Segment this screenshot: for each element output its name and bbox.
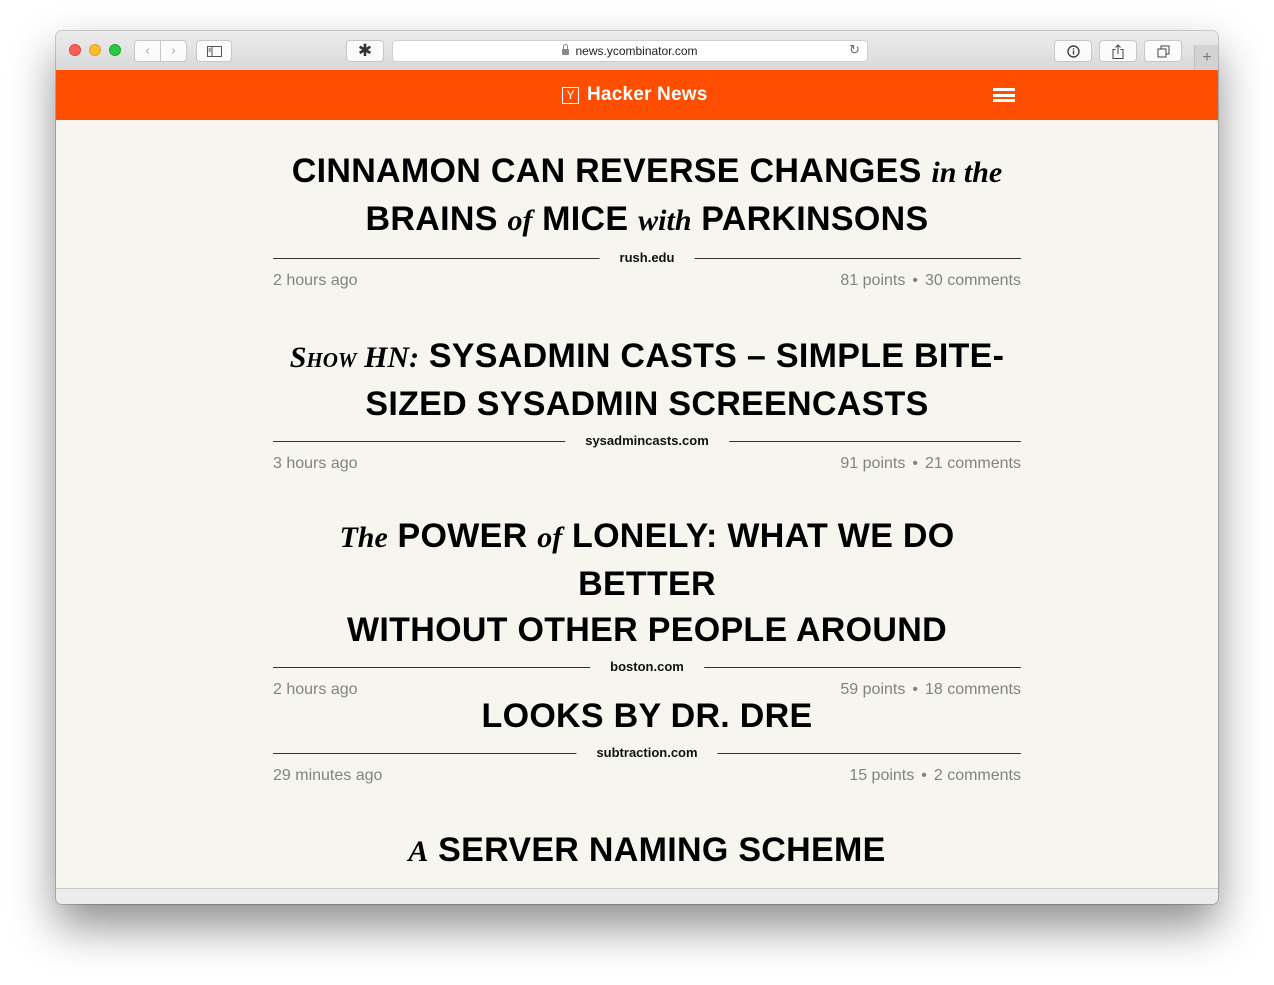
sidebar-toggle-button[interactable] — [196, 40, 232, 62]
asterisk-icon: ✱ — [357, 41, 373, 61]
story-title[interactable]: The POWER of LONELY: WHAT WE DO BETTER W… — [273, 513, 1021, 653]
lock-icon — [562, 44, 570, 55]
story-age: 3 hours ago — [273, 455, 358, 472]
domain-divider: sysadmincasts.com — [273, 433, 1021, 449]
separator-dot: • — [912, 272, 918, 289]
plus-icon: + — [1202, 48, 1212, 66]
minimize-window-button[interactable] — [89, 44, 101, 56]
extension-button[interactable]: ✱ — [346, 40, 384, 62]
story-meta: 2 hours ago 81 points • 30 comments — [273, 270, 1021, 292]
story-meta: 29 minutes ago 15 points • 2 comments — [273, 765, 1021, 787]
story-title[interactable]: LOOKS BY DR. DRE — [273, 693, 1021, 739]
chevron-right-icon: › — [170, 43, 177, 59]
story-title[interactable]: Show HN: SYSADMIN CASTS – SIMPLE BITE- S… — [273, 333, 1021, 427]
story-item: The POWER of LONELY: WHAT WE DO BETTER W… — [273, 513, 1021, 701]
address-bar[interactable]: news.ycombinator.com ↻ — [392, 40, 868, 62]
domain-divider: rush.edu — [273, 250, 1021, 266]
story-comments[interactable]: 21 comments — [925, 455, 1021, 472]
story-points: 91 points — [840, 455, 906, 472]
story-item: A SERVER NAMING SCHEME — [273, 827, 1021, 875]
story-list: CINNAMON CAN REVERSE CHANGES in the BRAI… — [56, 120, 1218, 888]
new-tab-button[interactable]: + — [1194, 45, 1218, 70]
y-logo-icon: Y — [562, 86, 579, 104]
story-domain[interactable]: boston.com — [590, 659, 704, 675]
zoom-window-button[interactable] — [109, 44, 121, 56]
close-window-button[interactable] — [69, 44, 81, 56]
hamburger-menu-icon[interactable] — [993, 88, 1015, 102]
reload-icon[interactable]: ↻ — [849, 43, 860, 58]
browser-window: ‹ › ✱ news.ycombinator.com ↻ + Y Hacker … — [56, 31, 1218, 904]
domain-divider: boston.com — [273, 659, 1021, 675]
forward-button[interactable]: › — [160, 40, 187, 62]
domain-divider: subtraction.com — [273, 745, 1021, 761]
story-points: 15 points — [849, 767, 915, 784]
hn-header-bar: Y Hacker News — [56, 70, 1218, 120]
share-icon — [1112, 43, 1124, 59]
story-item: CINNAMON CAN REVERSE CHANGES in the BRAI… — [273, 148, 1021, 292]
reader-info-button[interactable] — [1054, 40, 1092, 62]
story-points: 81 points — [840, 272, 906, 289]
story-meta: 3 hours ago 91 points • 21 comments — [273, 453, 1021, 475]
story-item: Show HN: SYSADMIN CASTS – SIMPLE BITE- S… — [273, 333, 1021, 475]
separator-dot: • — [912, 455, 918, 472]
sidebar-icon — [206, 45, 222, 57]
story-title[interactable]: A SERVER NAMING SCHEME — [273, 827, 1021, 875]
separator-dot: • — [921, 767, 927, 784]
tabs-icon — [1157, 45, 1169, 57]
chevron-left-icon: ‹ — [144, 43, 151, 59]
url-text: news.ycombinator.com — [575, 44, 698, 58]
story-age: 2 hours ago — [273, 272, 358, 289]
brand-link[interactable]: Y Hacker News — [562, 84, 708, 106]
info-icon — [1066, 44, 1080, 58]
story-domain[interactable]: rush.edu — [599, 250, 695, 266]
story-comments[interactable]: 30 comments — [925, 272, 1021, 289]
story-domain[interactable]: sysadmincasts.com — [565, 433, 729, 449]
story-item: LOOKS BY DR. DRE subtraction.com 29 minu… — [273, 693, 1021, 787]
story-title[interactable]: CINNAMON CAN REVERSE CHANGES in the BRAI… — [273, 148, 1021, 244]
status-bar — [56, 888, 1218, 904]
show-tabs-button[interactable] — [1144, 40, 1182, 62]
share-button[interactable] — [1099, 40, 1137, 62]
browser-toolbar: ‹ › ✱ news.ycombinator.com ↻ + — [56, 31, 1218, 71]
story-domain[interactable]: subtraction.com — [576, 745, 718, 761]
site-title: Hacker News — [587, 84, 708, 105]
story-comments[interactable]: 2 comments — [934, 767, 1021, 784]
back-button[interactable]: ‹ — [134, 40, 161, 62]
story-age: 29 minutes ago — [273, 767, 383, 784]
